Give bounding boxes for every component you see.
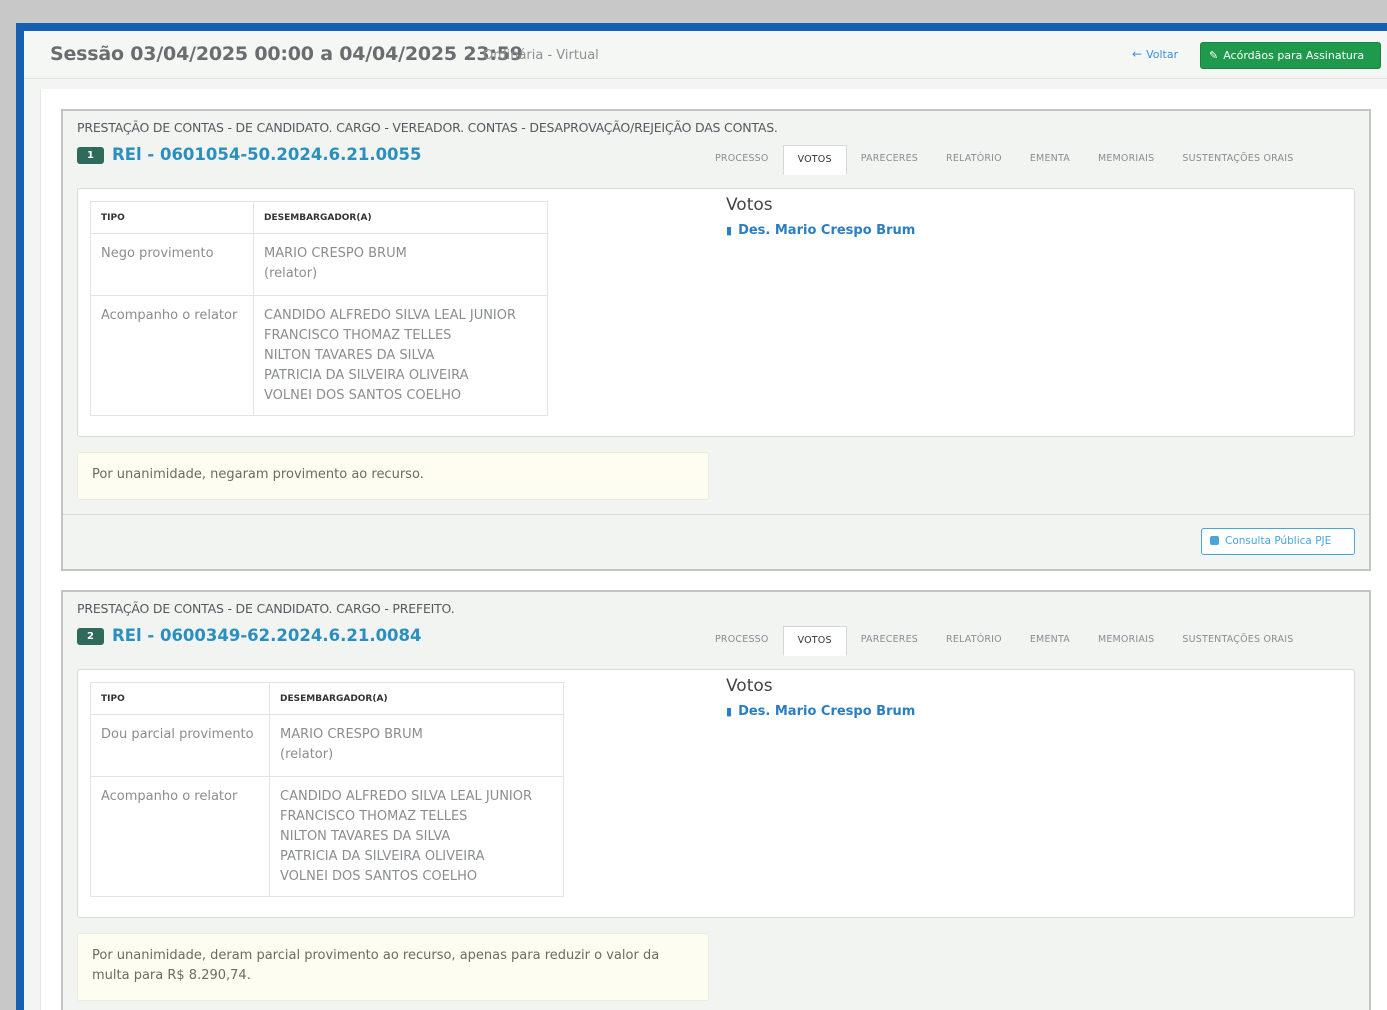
column-header-tipo: TIPO xyxy=(90,682,270,715)
acordaos-assinatura-label: Acórdãos para Assinatura xyxy=(1223,49,1365,62)
vote-judges: MARIO CRESPO BRUM (relator) xyxy=(253,233,548,296)
judge-name: FRANCISCO THOMAZ TELLES xyxy=(280,809,468,824)
edit-icon: ✎ xyxy=(1209,49,1219,62)
process-order-badge: 1 xyxy=(77,147,104,164)
vote-judges: CANDIDO ALFREDO SILVA LEAL JUNIOR FRANCI… xyxy=(253,295,548,416)
judge-name: CANDIDO ALFREDO SILVA LEAL JUNIOR xyxy=(264,308,517,323)
tab-pareceres[interactable]: PARECERES xyxy=(847,626,932,656)
vote-type: Nego provimento xyxy=(90,233,254,296)
judge-role: (relator) xyxy=(264,266,318,281)
voto-document-label: Des. Mario Crespo Brum xyxy=(738,704,916,719)
votos-heading: Votos xyxy=(726,676,773,696)
tab-ementa[interactable]: EMENTA xyxy=(1016,145,1084,175)
consulta-publica-pje-button[interactable]: Consulta Pública PJE xyxy=(1201,528,1355,555)
process-tabs: PROCESSO VOTOS PARECERES RELATÓRIO EMENT… xyxy=(701,144,1307,175)
tab-votos[interactable]: VOTOS xyxy=(782,626,847,656)
result-box: Por unanimidade, deram parcial proviment… xyxy=(77,933,709,1001)
process-tabs: PROCESSO VOTOS PARECERES RELATÓRIO EMENT… xyxy=(701,625,1307,656)
judge-name: MARIO CRESPO BRUM xyxy=(264,246,407,261)
tab-sustentacoes-orais[interactable]: SUSTENTAÇÕES ORAIS xyxy=(1168,145,1307,175)
process-number[interactable]: 1 REl - 0601054-50.2024.6.21.0055 xyxy=(77,145,422,164)
session-header: Sessão 03/04/2025 00:00 a 04/04/2025 23:… xyxy=(24,31,1387,79)
voto-document-link[interactable]: ▮ Des. Mario Crespo Brum xyxy=(726,223,915,238)
table-row: Dou parcial provimento MARIO CRESPO BRUM… xyxy=(90,714,564,777)
process-header: PRESTAÇÃO DE CONTAS - DE CANDIDATO. CARG… xyxy=(63,111,1369,175)
tab-relatorio[interactable]: RELATÓRIO xyxy=(932,626,1016,656)
acordaos-assinatura-button[interactable]: ✎ Acórdãos para Assinatura xyxy=(1200,42,1381,69)
tab-memoriais[interactable]: MEMORIAIS xyxy=(1084,145,1168,175)
process-list: PRESTAÇÃO DE CONTAS - DE CANDIDATO. CARG… xyxy=(40,89,1387,1010)
session-title: Sessão 03/04/2025 00:00 a 04/04/2025 23:… xyxy=(50,43,523,65)
column-header-desembargador: DESEMBARGADOR(A) xyxy=(253,201,548,234)
judge-name: CANDIDO ALFREDO SILVA LEAL JUNIOR xyxy=(280,789,533,804)
process-number[interactable]: 2 REl - 0600349-62.2024.6.21.0084 xyxy=(77,626,422,645)
process-card: PRESTAÇÃO DE CONTAS - DE CANDIDATO. CARG… xyxy=(61,109,1371,571)
file-icon: ▮ xyxy=(726,705,733,718)
vote-judges: MARIO CRESPO BRUM (relator) xyxy=(269,714,564,777)
back-label: Voltar xyxy=(1146,48,1179,61)
tab-processo[interactable]: PROCESSO xyxy=(701,145,783,175)
vote-type: Dou parcial provimento xyxy=(90,714,270,777)
table-row: Acompanho o relator CANDIDO ALFREDO SILV… xyxy=(90,776,564,897)
tab-pareceres[interactable]: PARECERES xyxy=(847,145,932,175)
judge-name: NILTON TAVARES DA SILVA xyxy=(280,829,451,844)
voto-document-link[interactable]: ▮ Des. Mario Crespo Brum xyxy=(726,704,915,719)
vote-type: Acompanho o relator xyxy=(90,295,254,416)
tab-sustentacoes-orais[interactable]: SUSTENTAÇÕES ORAIS xyxy=(1168,626,1307,656)
result-box: Por unanimidade, negaram provimento ao r… xyxy=(77,452,709,500)
votes-panel: TIPO DESEMBARGADOR(A) Nego provimento MA… xyxy=(77,188,1355,437)
judge-name: NILTON TAVARES DA SILVA xyxy=(264,348,435,363)
process-number-label: REl - 0601054-50.2024.6.21.0055 xyxy=(112,145,422,164)
process-class: PRESTAÇÃO DE CONTAS - DE CANDIDATO. CARG… xyxy=(77,120,778,135)
process-header: PRESTAÇÃO DE CONTAS - DE CANDIDATO. CARG… xyxy=(63,592,1369,656)
votes-panel: TIPO DESEMBARGADOR(A) Dou parcial provim… xyxy=(77,669,1355,918)
table-row: Acompanho o relator CANDIDO ALFREDO SILV… xyxy=(90,295,548,416)
tab-processo[interactable]: PROCESSO xyxy=(701,626,783,656)
judge-role: (relator) xyxy=(280,747,334,762)
tab-relatorio[interactable]: RELATÓRIO xyxy=(932,145,1016,175)
tab-votos[interactable]: VOTOS xyxy=(782,145,847,175)
table-header-row: TIPO DESEMBARGADOR(A) xyxy=(90,201,548,234)
tab-memoriais[interactable]: MEMORIAIS xyxy=(1084,626,1168,656)
back-button[interactable]: ← Voltar xyxy=(1132,47,1178,61)
table-header-row: TIPO DESEMBARGADOR(A) xyxy=(90,682,564,715)
column-header-desembargador: DESEMBARGADOR(A) xyxy=(269,682,564,715)
session-type: Ordinária - Virtual xyxy=(483,48,599,63)
vote-type: Acompanho o relator xyxy=(90,776,270,897)
judge-name: MARIO CRESPO BRUM xyxy=(280,727,423,742)
votes-table: TIPO DESEMBARGADOR(A) Dou parcial provim… xyxy=(90,682,564,897)
process-number-label: REl - 0600349-62.2024.6.21.0084 xyxy=(112,626,422,645)
judge-name: PATRICIA DA SILVEIRA OLIVEIRA xyxy=(280,849,485,864)
arrow-left-icon: ← xyxy=(1132,47,1143,61)
votos-heading: Votos xyxy=(726,195,773,215)
column-header-tipo: TIPO xyxy=(90,201,254,234)
app-window: Sessão 03/04/2025 00:00 a 04/04/2025 23:… xyxy=(24,31,1387,1010)
tab-ementa[interactable]: EMENTA xyxy=(1016,626,1084,656)
external-link-icon xyxy=(1210,536,1219,545)
judge-name: VOLNEI DOS SANTOS COELHO xyxy=(280,869,478,884)
judge-name: PATRICIA DA SILVEIRA OLIVEIRA xyxy=(264,368,469,383)
process-order-badge: 2 xyxy=(77,628,104,645)
vote-judges: CANDIDO ALFREDO SILVA LEAL JUNIOR FRANCI… xyxy=(269,776,564,897)
file-icon: ▮ xyxy=(726,224,733,237)
table-row: Nego provimento MARIO CRESPO BRUM (relat… xyxy=(90,233,548,296)
voto-document-label: Des. Mario Crespo Brum xyxy=(738,223,916,238)
judge-name: FRANCISCO THOMAZ TELLES xyxy=(264,328,452,343)
process-card: PRESTAÇÃO DE CONTAS - DE CANDIDATO. CARG… xyxy=(61,590,1371,1010)
votes-table: TIPO DESEMBARGADOR(A) Nego provimento MA… xyxy=(90,201,548,416)
consulta-publica-label: Consulta Pública PJE xyxy=(1225,535,1332,547)
card-footer: Consulta Pública PJE xyxy=(63,514,1369,569)
judge-name: VOLNEI DOS SANTOS COELHO xyxy=(264,388,462,403)
process-class: PRESTAÇÃO DE CONTAS - DE CANDIDATO. CARG… xyxy=(77,601,455,616)
